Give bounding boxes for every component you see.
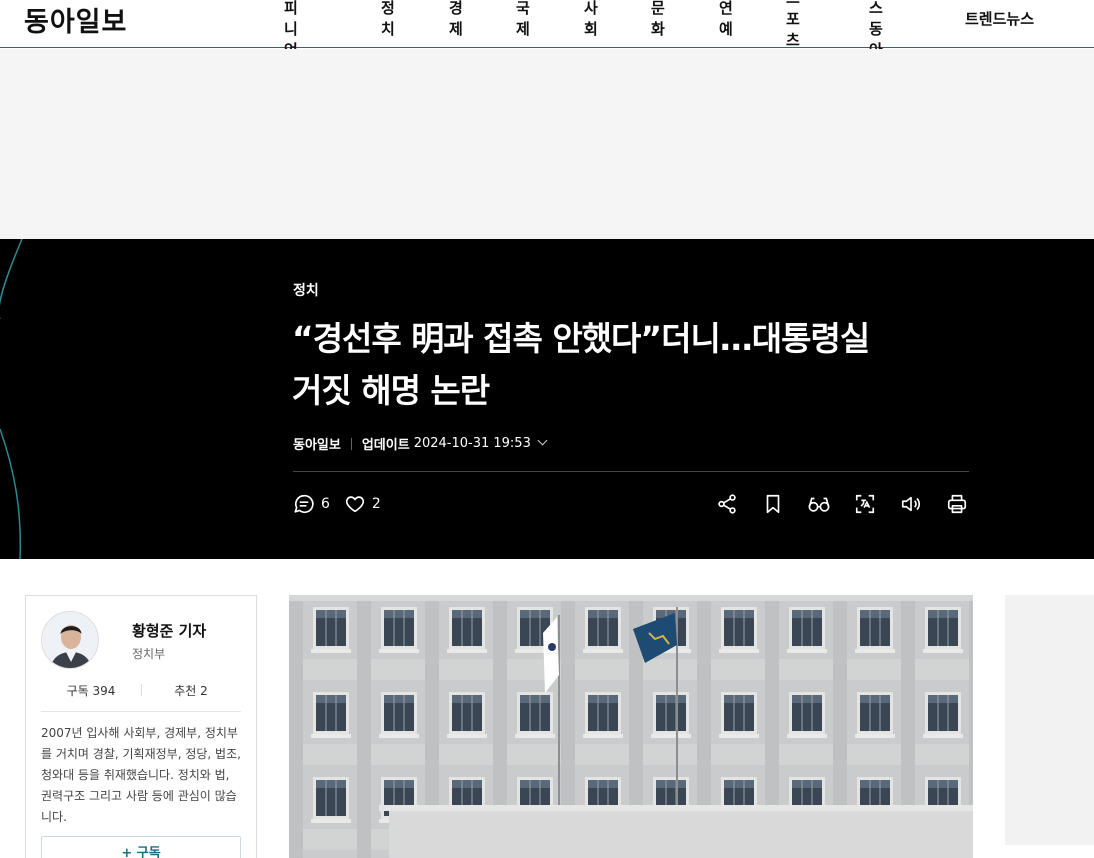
nav-item-trend-news[interactable]: 트렌드뉴스 xyxy=(965,8,1034,29)
updated-label: 업데이트 xyxy=(361,438,410,453)
article-source: 동아일보 xyxy=(293,438,341,453)
side-ad-area xyxy=(1005,595,1094,845)
bookmark-icon[interactable] xyxy=(760,491,786,517)
reporter-name[interactable]: 황형준 기자 xyxy=(132,620,206,641)
stat-divider xyxy=(141,684,142,696)
article-title-line1: “경선후 明과 접촉 안했다”더니…대통령실 xyxy=(292,319,870,358)
article-photo[interactable] xyxy=(289,595,973,858)
heart-icon[interactable] xyxy=(344,493,366,515)
speaker-icon[interactable] xyxy=(898,491,924,517)
recommend-count: 추천 2 xyxy=(174,684,208,698)
article-header: 정치 “경선후 明과 접촉 안했다”더니…대통령실 거짓 해명 논란 동아일보 … xyxy=(0,239,1094,559)
nav-item-culture[interactable]: 문화 xyxy=(651,0,665,39)
nav-item-economy[interactable]: 경제 xyxy=(449,0,463,39)
comment-icon[interactable] xyxy=(293,493,315,515)
reporter-stats: 구독 394 추천 2 xyxy=(41,682,241,699)
site-logo[interactable]: 동아일보 xyxy=(24,0,127,38)
like-count[interactable]: 2 xyxy=(372,496,381,512)
reporter-card: 황형준 기자 정치부 구독 394 추천 2 2007년 입사해 사회부, 경제… xyxy=(25,595,257,858)
nav-item-entertainment[interactable]: 연예 xyxy=(719,0,733,39)
article-toolbar xyxy=(714,491,970,517)
reporter-dept: 정치부 xyxy=(132,647,166,661)
nav-item-international[interactable]: 국제 xyxy=(516,0,530,39)
subscriber-count: 구독 394 xyxy=(66,684,116,698)
reporter-avatar[interactable] xyxy=(41,611,99,669)
top-ad-area xyxy=(0,49,1094,239)
nav-item-society[interactable]: 사회 xyxy=(584,0,598,39)
article-title-line2: 거짓 해명 논란 xyxy=(292,371,490,410)
reading-mode-icon[interactable] xyxy=(806,491,832,517)
reporter-bio: 2007년 입사해 사회부, 경제부, 정치부를 거치며 경찰, 기획재정부, … xyxy=(41,726,241,824)
building-image xyxy=(289,595,973,858)
card-divider xyxy=(41,711,241,712)
article-reactions: 6 2 xyxy=(293,493,395,515)
nav-item-politics[interactable]: 정치 xyxy=(381,0,395,39)
chevron-down-icon[interactable] xyxy=(537,435,548,446)
print-icon[interactable] xyxy=(944,491,970,517)
article-meta: 동아일보 업데이트 2024-10-31 19:53 xyxy=(293,434,548,453)
site-header: 동아일보 오피니언 정치 경제 국제 사회 문화 연예 스포츠 헬스동아 트렌드… xyxy=(0,0,1094,59)
meta-divider xyxy=(350,437,352,450)
updated-time: 2024-10-31 19:53 xyxy=(413,436,531,451)
share-icon[interactable] xyxy=(714,491,740,517)
translate-icon[interactable] xyxy=(852,491,878,517)
nav-item-sports[interactable]: 스포츠 xyxy=(786,0,800,50)
article-category[interactable]: 정치 xyxy=(293,280,319,300)
subscribe-button[interactable]: + 구독 xyxy=(41,836,241,858)
article-title: “경선후 明과 접촉 안했다”더니…대통령실 거짓 해명 논란 xyxy=(292,313,952,417)
hero-divider xyxy=(293,471,969,472)
decorative-curve xyxy=(0,239,23,559)
comment-count[interactable]: 6 xyxy=(321,496,330,512)
